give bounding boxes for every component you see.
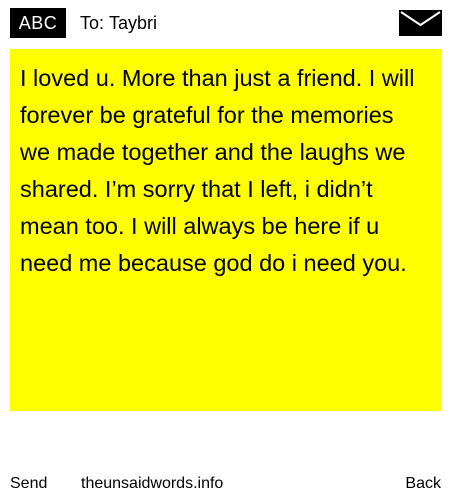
back-button[interactable]: Back (405, 472, 441, 496)
recipient-line: To: Taybri (80, 9, 157, 37)
to-label: To: (80, 13, 105, 33)
header-bar: ABC To: Taybri (0, 0, 450, 48)
envelope-icon[interactable] (399, 10, 442, 36)
send-button[interactable]: Send (10, 472, 47, 496)
footer-bar: Send theunsaidwords.info Back (0, 472, 450, 498)
site-link[interactable]: theunsaidwords.info (81, 472, 223, 496)
message-text: I loved u. More than just a friend. I wi… (20, 65, 415, 276)
message-note: I loved u. More than just a friend. I wi… (10, 49, 441, 411)
abc-badge[interactable]: ABC (10, 8, 66, 38)
recipient-name: Taybri (109, 13, 158, 33)
